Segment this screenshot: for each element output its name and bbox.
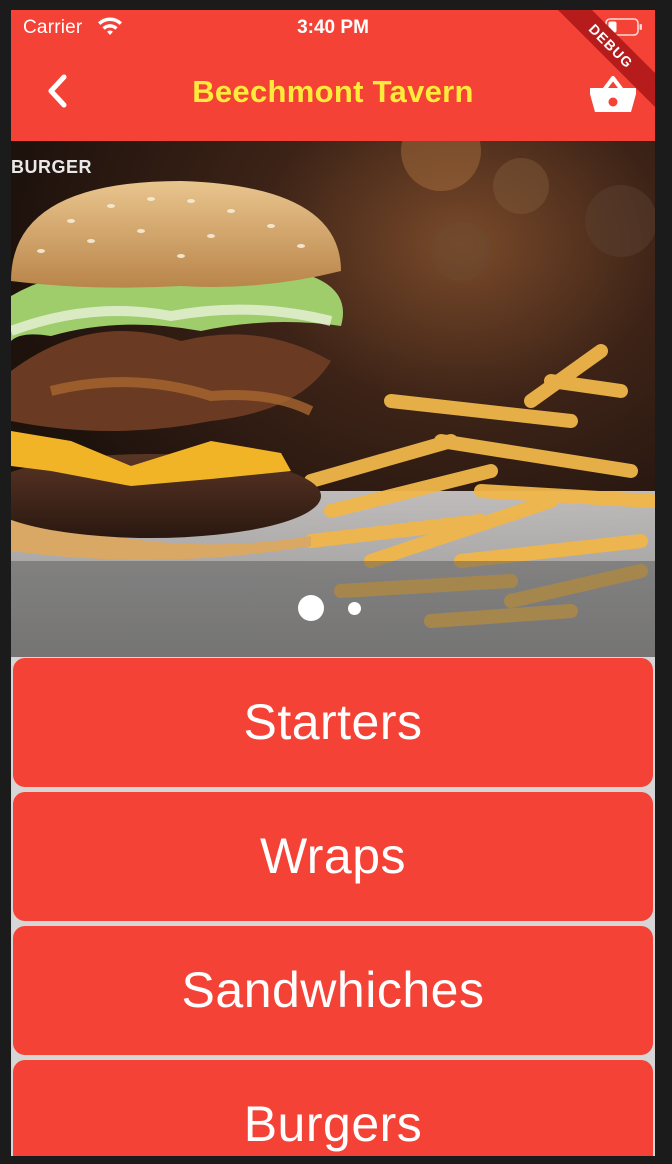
carousel-dot-1[interactable]: [298, 595, 324, 621]
category-button-wraps[interactable]: Wraps: [13, 792, 653, 921]
status-bar: Carrier 3:40 PM: [11, 10, 655, 50]
clock: 3:40 PM: [297, 17, 369, 38]
category-button-starters[interactable]: Starters: [13, 658, 653, 787]
app-bar: Carrier 3:40 PM Beechmont Tavern DEBUG: [11, 10, 655, 141]
image-caption: BURGER: [11, 157, 93, 177]
carousel-dot-2[interactable]: [348, 602, 361, 615]
image-carousel[interactable]: BURGER: [11, 141, 655, 657]
carousel-indicator: [11, 593, 655, 623]
category-button-burgers[interactable]: Burgers: [13, 1060, 653, 1156]
phone-screen: Carrier 3:40 PM Beechmont Tavern DEBUG B…: [11, 10, 655, 1156]
category-button-sandwhiches[interactable]: Sandwhiches: [13, 926, 653, 1055]
page-title: Beechmont Tavern: [192, 74, 474, 109]
